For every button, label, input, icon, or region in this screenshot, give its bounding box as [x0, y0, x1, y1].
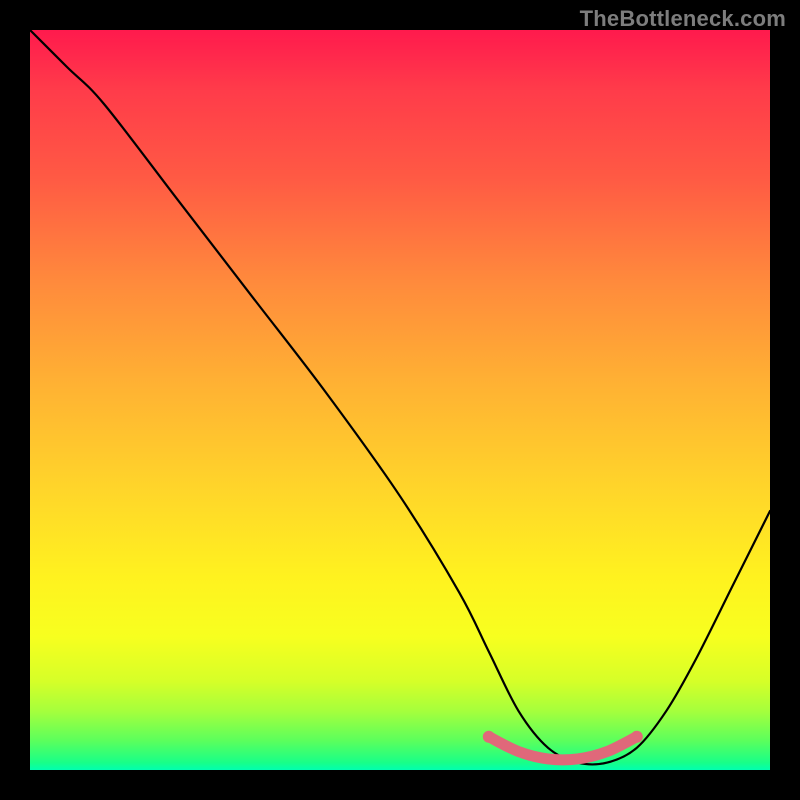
optimal-range-start-dot: [483, 731, 495, 743]
curve-layer: [30, 30, 770, 770]
bottleneck-curve: [30, 30, 770, 764]
watermark-text: TheBottleneck.com: [580, 6, 786, 32]
optimal-range-highlight: [489, 737, 637, 760]
optimal-range-end-dot: [631, 731, 643, 743]
plot-area: [30, 30, 770, 770]
chart-container: TheBottleneck.com: [0, 0, 800, 800]
